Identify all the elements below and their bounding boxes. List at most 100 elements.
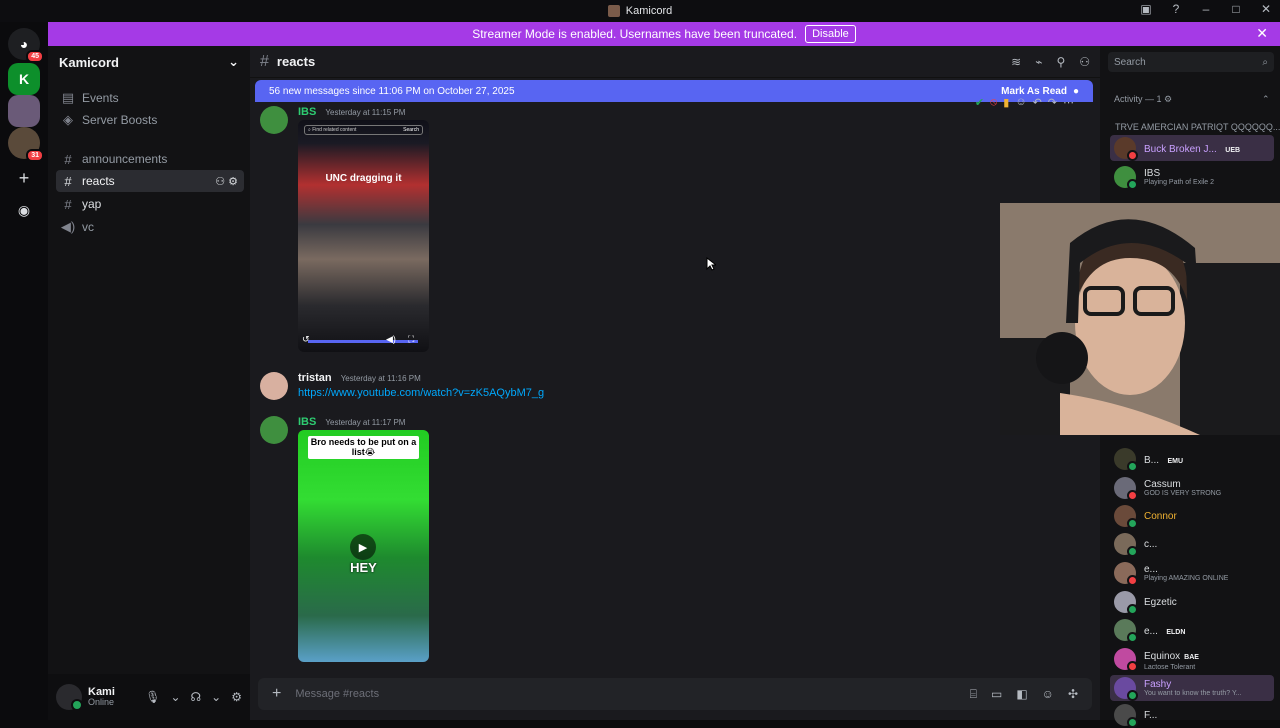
member-item[interactable]: c... <box>1110 531 1274 557</box>
message-input[interactable]: Message #reacts <box>295 688 379 700</box>
member-item[interactable]: e... Playing AMAZING ONLINE <box>1110 560 1274 586</box>
forward-icon[interactable]: ↷ <box>1048 96 1057 109</box>
invite-icon[interactable]: ⚇ <box>215 176 225 188</box>
check-reaction-icon[interactable]: ✔ <box>975 96 984 109</box>
member-item[interactable]: Buck Broken J... UEB <box>1110 135 1274 161</box>
member-name: B... <box>1144 455 1160 467</box>
mark-as-read-button[interactable]: Mark As Read <box>1001 86 1067 97</box>
server-icon-kamicord[interactable] <box>8 95 40 127</box>
chevron-down-icon[interactable]: ⌄ <box>170 690 180 704</box>
member-item[interactable]: Fashy You want to know the truth? Y... <box>1110 675 1274 701</box>
notifications-muted-icon[interactable]: ⌁ <box>1035 55 1042 69</box>
user-avatar[interactable] <box>56 684 83 711</box>
sidebar-item-events[interactable]: ▤ Events <box>56 87 244 109</box>
gif-icon[interactable]: ▭ <box>991 687 1002 702</box>
member-item[interactable]: Cassum GOD IS VERY STRONG <box>1110 475 1274 501</box>
gift-icon[interactable]: ⌸ <box>970 687 977 702</box>
home-button[interactable]: ◕ 45 <box>8 28 44 63</box>
add-server-icon[interactable]: + <box>8 162 40 194</box>
threads-icon[interactable]: ≋ <box>1011 55 1021 69</box>
thumbs-up-icon[interactable]: ▮ <box>1003 96 1009 109</box>
member-tag: UEB <box>1225 147 1241 155</box>
member-name: e... <box>1144 626 1158 638</box>
avatar[interactable] <box>260 106 288 134</box>
server-icon-k[interactable]: K <box>8 63 40 95</box>
no-reaction-icon[interactable]: ⦸ <box>990 96 997 109</box>
channel-reacts[interactable]: # reacts ⚇ ⚙ <box>56 170 244 192</box>
pin-icon[interactable]: ⚲ <box>1056 55 1065 69</box>
message-author[interactable]: tristan <box>298 372 332 384</box>
member-item[interactable]: F... <box>1110 702 1274 728</box>
help-icon[interactable]: ? <box>1168 2 1184 16</box>
member-text: Fashy You want to know the truth? Y... <box>1144 679 1242 698</box>
microphone-icon[interactable]: 🎙︎ <box>145 690 160 704</box>
video-embed[interactable]: ⌕ Find related content Search UNC draggi… <box>298 120 429 352</box>
minimize-icon[interactable]: – <box>1198 2 1214 16</box>
inbox-icon[interactable]: ▣ <box>1138 2 1154 16</box>
member-list-icon[interactable]: ⚇ <box>1079 55 1090 69</box>
activity-header[interactable]: Activity — 1 ⚙ ⌃ <box>1114 94 1270 105</box>
settings-icon[interactable]: ⚙ <box>231 690 242 704</box>
more-icon[interactable]: ⋯ <box>1063 96 1074 109</box>
video-progress-bar[interactable] <box>308 340 418 343</box>
member-item[interactable]: Equinox BAE Lactose Tolerant <box>1110 646 1274 672</box>
guild-header[interactable]: Kamicord ⌄ <box>48 46 250 78</box>
member-name: Egzetic <box>1144 596 1177 608</box>
avatar <box>1114 648 1138 672</box>
chevron-down-icon[interactable]: ⌄ <box>211 690 221 704</box>
search-input[interactable]: Search ⌕ <box>1108 52 1274 72</box>
reply-icon[interactable]: ↶ <box>1033 96 1042 109</box>
headphones-icon[interactable]: ☊ <box>191 690 202 704</box>
sidebar-item-label: Events <box>82 91 119 105</box>
mention-badge: 45 <box>26 50 44 63</box>
sidebar-item-server-boosts[interactable]: ◈ Server Boosts <box>56 109 244 131</box>
fullscreen-icon[interactable]: ⛶ <box>408 334 414 345</box>
sticker-icon[interactable]: ◧ <box>1016 687 1027 702</box>
replay-icon[interactable]: ↺ <box>302 334 310 345</box>
channel-announcements[interactable]: # announcements <box>56 148 244 170</box>
avatar[interactable] <box>260 372 288 400</box>
avatar <box>1114 562 1138 586</box>
member-item[interactable]: Egzetic <box>1110 589 1274 615</box>
member-text: F... <box>1144 710 1157 721</box>
message-link[interactable]: https://www.youtube.com/watch?v=zK5AQybM… <box>298 387 544 399</box>
member-item[interactable]: B... EMU <box>1110 446 1274 472</box>
avatar <box>1114 677 1138 701</box>
disable-streamer-button[interactable]: Disable <box>805 25 856 43</box>
add-attachment-icon[interactable]: + <box>272 685 281 703</box>
video-embed[interactable]: Bro needs to be put on a list😭 ▶ HEY <box>298 430 429 662</box>
play-icon[interactable]: ▶ <box>350 534 376 560</box>
new-messages-bar[interactable]: 56 new messages since 11:06 PM on Octobe… <box>255 80 1093 102</box>
hash-icon: # <box>64 151 72 167</box>
maximize-icon[interactable]: □ <box>1228 2 1244 16</box>
apps-icon[interactable]: ✣ <box>1068 687 1078 702</box>
webcam-figure <box>1000 203 1280 435</box>
settings-icon[interactable]: ⚙ <box>228 176 238 188</box>
message-author[interactable]: IBS <box>298 416 316 428</box>
member-tag: ELDN <box>1166 629 1186 637</box>
avatar[interactable] <box>260 416 288 444</box>
user-status: Online <box>88 697 115 708</box>
boost-icon: ◈ <box>63 112 73 127</box>
close-icon[interactable]: ✕ <box>1258 2 1274 16</box>
volume-icon[interactable]: ◀) <box>386 334 396 345</box>
server-icon-3[interactable]: 31 <box>8 127 44 162</box>
avatar <box>1114 448 1138 472</box>
mention-badge: 31 <box>26 149 44 162</box>
emoji-icon[interactable]: ☺ <box>1015 96 1026 109</box>
calendar-icon: ▤ <box>61 90 75 105</box>
discover-icon[interactable]: ◉ <box>8 194 40 226</box>
close-banner-icon[interactable]: ✕ <box>1256 25 1268 42</box>
member-name: Equinox <box>1144 651 1181 663</box>
member-text: Buck Broken J... UEB <box>1144 139 1240 157</box>
message-composer[interactable]: + Message #reacts ⌸ ▭ ◧ ☺ ✣ <box>258 678 1092 710</box>
discord-icon: ◕ <box>19 36 29 52</box>
member-item[interactable]: IBS Playing Path of Exile 2 <box>1110 164 1274 190</box>
channel-yap[interactable]: # yap <box>56 193 244 215</box>
new-messages-text: 56 new messages since 11:06 PM on Octobe… <box>269 85 515 97</box>
member-item[interactable]: e... ELDN <box>1110 617 1274 643</box>
member-item[interactable]: Connor <box>1110 503 1274 529</box>
emoji-icon[interactable]: ☺ <box>1042 687 1054 702</box>
message-author[interactable]: IBS <box>298 106 316 118</box>
channel-vc[interactable]: ◀) vc <box>56 216 244 238</box>
